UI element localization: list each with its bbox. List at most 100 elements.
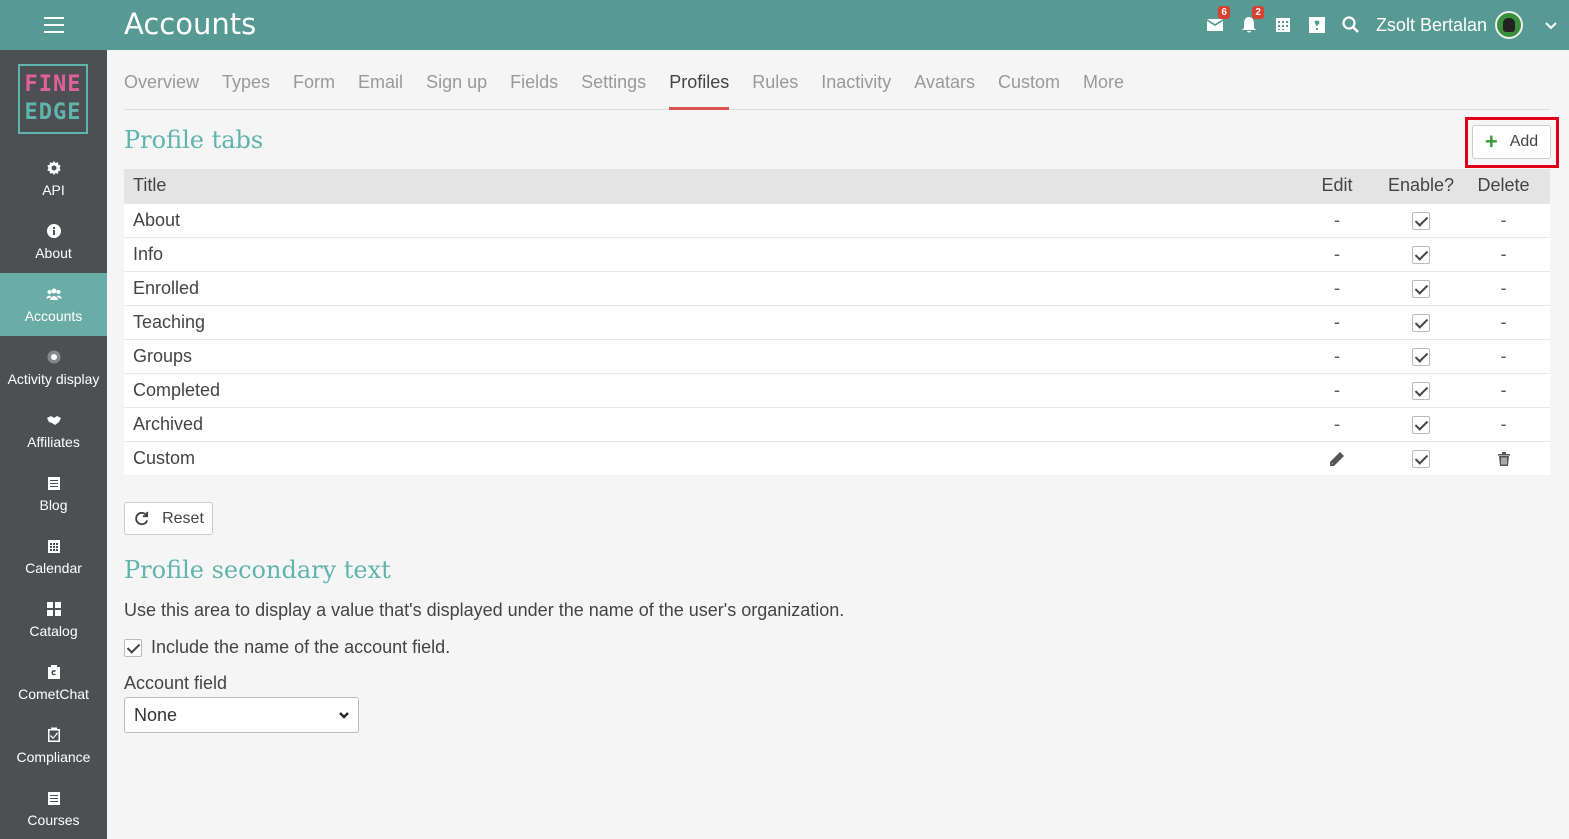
trash-icon[interactable]	[1496, 448, 1512, 468]
table-row: Completed - -	[124, 372, 1550, 407]
sidebar-item-courses[interactable]: Courses	[0, 777, 107, 839]
sidebar-item-label: Affiliates	[27, 433, 80, 450]
tab-sign-up[interactable]: Sign up	[426, 50, 487, 110]
handshake-icon	[46, 412, 62, 428]
enable-checkbox[interactable]	[1412, 245, 1430, 264]
tab-settings[interactable]: Settings	[581, 50, 646, 110]
fine-edge-logo[interactable]: FINE EDGE	[18, 64, 88, 134]
sidebar-item-compliance[interactable]: Compliance	[0, 714, 107, 777]
sidebar-item-label: Courses	[27, 811, 80, 828]
row-title: Completed	[124, 372, 1289, 407]
sidebar-item-label: CometChat	[18, 685, 89, 702]
sidebar-item-affiliates[interactable]: Affiliates	[0, 399, 107, 462]
calendar-icon	[46, 538, 62, 554]
row-edit: -	[1289, 202, 1385, 237]
tab-more[interactable]: More	[1083, 50, 1124, 110]
user-name[interactable]: Zsolt Bertalan	[1376, 15, 1487, 36]
clipboard-check-icon	[46, 727, 62, 743]
tab-form[interactable]: Form	[293, 50, 335, 110]
top-bar: Accounts 6 2 Zsolt Bertalan	[0, 0, 1569, 50]
plus-icon: +	[1484, 129, 1498, 154]
calendar-icon[interactable]	[1266, 0, 1300, 50]
row-delete: -	[1457, 372, 1550, 407]
enable-checkbox[interactable]	[1412, 211, 1430, 230]
account-field-label: Account field	[124, 673, 228, 693]
sidebar-item-calendar[interactable]: Calendar	[0, 525, 107, 588]
sidebar-item-label: Calendar	[25, 559, 82, 576]
help-icon[interactable]	[1300, 0, 1334, 50]
enable-checkbox[interactable]	[1412, 415, 1430, 434]
sidebar-item-label: Activity display	[7, 370, 100, 387]
chevron-down-icon[interactable]	[1533, 0, 1569, 50]
account-field-value: None	[134, 704, 178, 725]
row-edit: -	[1289, 236, 1385, 271]
messages-badge: 6	[1218, 6, 1230, 19]
calendar-list-icon	[46, 475, 62, 491]
tab-fields[interactable]: Fields	[510, 50, 558, 110]
enable-checkbox[interactable]	[1412, 450, 1430, 468]
add-button[interactable]: + Add	[1472, 125, 1551, 159]
search-icon[interactable]	[1334, 0, 1368, 50]
row-edit: -	[1289, 372, 1385, 407]
sidebar-item-label: Accounts	[24, 307, 83, 324]
messages-icon[interactable]: 6	[1198, 0, 1232, 50]
tab-overview[interactable]: Overview	[124, 50, 199, 110]
row-title: Teaching	[124, 304, 1289, 339]
enable-checkbox[interactable]	[1412, 347, 1430, 366]
row-title: Info	[124, 236, 1289, 271]
enable-checkbox[interactable]	[1412, 381, 1430, 400]
sidebar-item-cometchat[interactable]: CometChat	[0, 651, 107, 714]
row-delete: -	[1457, 338, 1550, 373]
top-icons: 6 2 Zsolt Bertalan	[1198, 0, 1569, 50]
row-edit: -	[1289, 270, 1385, 305]
enable-checkbox[interactable]	[1412, 279, 1430, 298]
sidebar-item-blog[interactable]: Blog	[0, 462, 107, 525]
bell-icon[interactable]: 2	[1232, 0, 1266, 50]
sidebar-item-activity-display[interactable]: Activity display	[0, 336, 107, 399]
radio-dot-icon	[46, 349, 62, 365]
secondary-text-heading: Profile secondary text	[124, 556, 391, 584]
menu-icon[interactable]	[0, 0, 107, 50]
cometchat-icon	[46, 664, 62, 680]
include-account-field-label: Include the name of the account field.	[151, 637, 451, 657]
enable-checkbox[interactable]	[1412, 313, 1430, 332]
chevron-down-icon	[339, 712, 349, 719]
row-delete: -	[1457, 406, 1550, 441]
sidebar: FINE EDGE API About Accounts Activity di…	[0, 50, 107, 839]
row-delete: -	[1457, 236, 1550, 271]
reset-button[interactable]: Reset	[124, 502, 213, 535]
page-title: Accounts	[124, 7, 257, 41]
tab-types[interactable]: Types	[222, 50, 270, 110]
row-title: About	[124, 202, 1289, 237]
calendar-list-icon	[46, 790, 62, 806]
row-edit: -	[1289, 304, 1385, 339]
tab-avatars[interactable]: Avatars	[914, 50, 975, 110]
tab-custom[interactable]: Custom	[998, 50, 1060, 110]
column-delete: Delete	[1457, 169, 1550, 203]
row-edit: -	[1289, 406, 1385, 441]
row-title: Enrolled	[124, 270, 1289, 305]
sidebar-item-api[interactable]: API	[0, 147, 107, 210]
secondary-description: Use this area to display a value that's …	[124, 600, 845, 620]
grid-icon	[46, 601, 62, 617]
account-field-select[interactable]: None	[124, 697, 359, 733]
column-title: Title	[124, 169, 1289, 203]
sidebar-item-accounts[interactable]: Accounts	[0, 273, 107, 336]
sidebar-item-about[interactable]: About	[0, 210, 107, 273]
tab-profiles[interactable]: Profiles	[669, 50, 730, 110]
tab-email[interactable]: Email	[358, 50, 403, 110]
table-row: About - -	[124, 202, 1550, 237]
row-edit: -	[1289, 338, 1385, 373]
tab-inactivity[interactable]: Inactivity	[821, 50, 891, 110]
row-title: Groups	[124, 338, 1289, 373]
sidebar-item-label: Blog	[39, 496, 68, 513]
tab-rules[interactable]: Rules	[752, 50, 798, 110]
users-icon	[46, 286, 62, 302]
include-account-field-checkbox[interactable]	[124, 638, 142, 657]
row-title: Archived	[124, 406, 1289, 441]
sidebar-item-catalog[interactable]: Catalog	[0, 588, 107, 651]
row-delete: -	[1457, 202, 1550, 237]
avatar[interactable]	[1495, 11, 1523, 39]
pencil-icon[interactable]	[1329, 448, 1345, 468]
add-button-label: Add	[1509, 133, 1539, 150]
